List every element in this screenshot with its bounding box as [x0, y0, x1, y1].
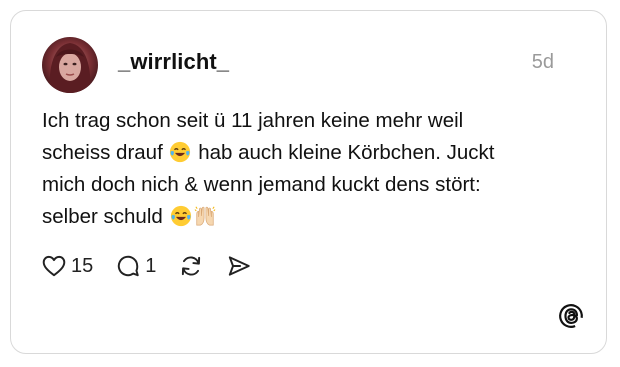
post-text-segment: selber schuld — [42, 205, 163, 228]
repost-button[interactable] — [178, 253, 204, 279]
face-with-tears-of-joy-emoji — [170, 205, 191, 227]
threads-logo-icon[interactable] — [558, 303, 584, 329]
repost-icon — [182, 256, 201, 276]
timestamp: 5d — [531, 51, 554, 73]
post-card: _wirrlicht_ 5d Ich trag schon seit ü 11 … — [10, 10, 607, 354]
username[interactable]: _wirrlicht_ — [118, 49, 229, 75]
post-text-line: selber schuld — [42, 201, 582, 233]
avatar[interactable] — [42, 37, 98, 93]
post-text-segment: hab auch kleine Körbchen. Juckt — [198, 141, 495, 164]
reply-button[interactable]: 1 — [115, 253, 156, 279]
like-count: 15 — [71, 254, 94, 277]
share-button[interactable] — [226, 253, 252, 279]
like-button[interactable]: 15 — [41, 253, 93, 279]
post-text: Ich trag schon seit ü 11 jahren keine me… — [42, 105, 582, 233]
action-bar: 15 1 — [41, 251, 274, 281]
heart-icon — [42, 255, 66, 277]
reply-count: 1 — [145, 254, 157, 277]
face-with-tears-of-joy-emoji — [170, 141, 191, 163]
post-text-segment: scheiss drauf — [42, 141, 163, 164]
post-text-line: mich doch nich & wenn jemand kuckt dens … — [42, 173, 481, 196]
raising-hands-emoji — [194, 206, 215, 226]
post-text-line: scheiss drauf hab auch kleine Körbchen. … — [42, 137, 582, 169]
share-icon — [229, 256, 251, 276]
avatar-image — [42, 37, 98, 93]
post-text-line: Ich trag schon seit ü 11 jahren keine me… — [42, 109, 464, 132]
comment-icon — [118, 255, 139, 277]
